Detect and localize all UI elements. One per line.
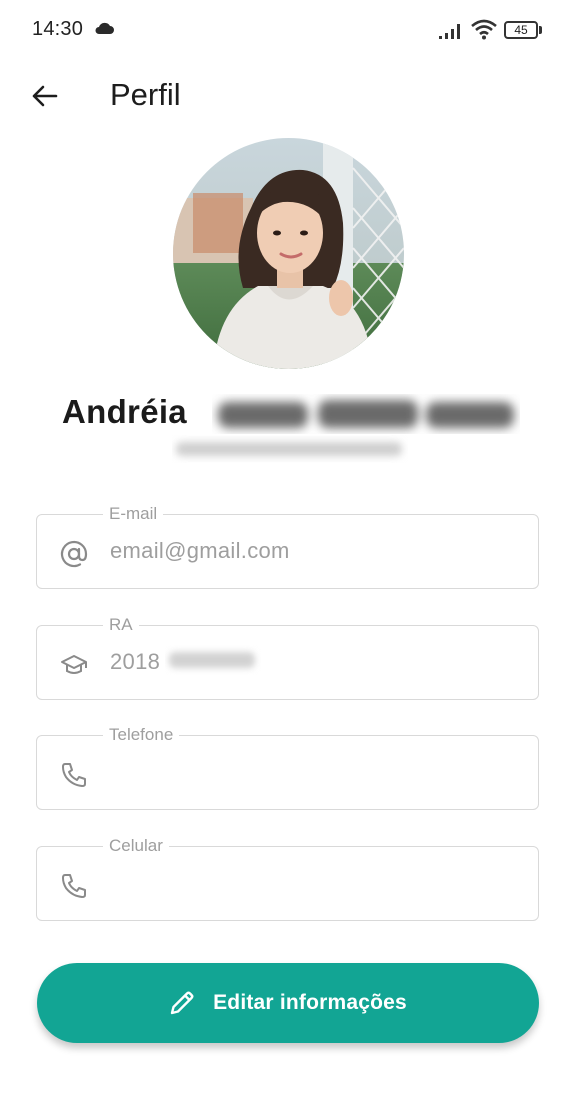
ra-label: RA xyxy=(103,615,139,635)
celular-label: Celular xyxy=(103,836,169,856)
at-icon xyxy=(59,539,89,569)
pencil-icon xyxy=(170,991,194,1015)
page-title: Perfil xyxy=(110,77,181,112)
status-time: 14:30 xyxy=(32,18,84,40)
telefone-field[interactable]: Telefone xyxy=(36,725,539,810)
email-value: email@gmail.com xyxy=(110,538,290,563)
redacted-ra-digits xyxy=(169,652,255,668)
arrow-left-icon xyxy=(32,85,58,107)
redacted-surname xyxy=(218,400,514,428)
phone-icon xyxy=(59,760,89,790)
email-label: E-mail xyxy=(103,504,164,524)
celular-field[interactable]: Celular xyxy=(36,836,539,921)
phone-icon xyxy=(59,871,89,901)
edit-info-button[interactable]: Editar informações xyxy=(37,963,539,1043)
telefone-label: Telefone xyxy=(103,725,180,745)
edit-info-label: Editar informações xyxy=(213,991,407,1014)
back-button[interactable] xyxy=(24,76,64,116)
graduation-cap-icon xyxy=(59,650,89,680)
profile-photo xyxy=(173,138,404,369)
battery-indicator: 45 xyxy=(504,21,542,39)
redacted-email xyxy=(176,442,402,456)
ra-field[interactable]: RA 2018 xyxy=(36,615,539,700)
cloud-icon xyxy=(95,22,114,34)
wifi-icon xyxy=(471,19,497,40)
avatar[interactable] xyxy=(173,138,404,369)
user-name: Andréia xyxy=(62,393,187,430)
battery-level: 45 xyxy=(514,23,528,37)
ra-value: 2018 xyxy=(110,649,161,674)
signal-icon xyxy=(439,24,460,39)
email-field[interactable]: E-mail email@gmail.com xyxy=(36,504,539,589)
status-bar: 14:30 45 xyxy=(0,0,575,60)
